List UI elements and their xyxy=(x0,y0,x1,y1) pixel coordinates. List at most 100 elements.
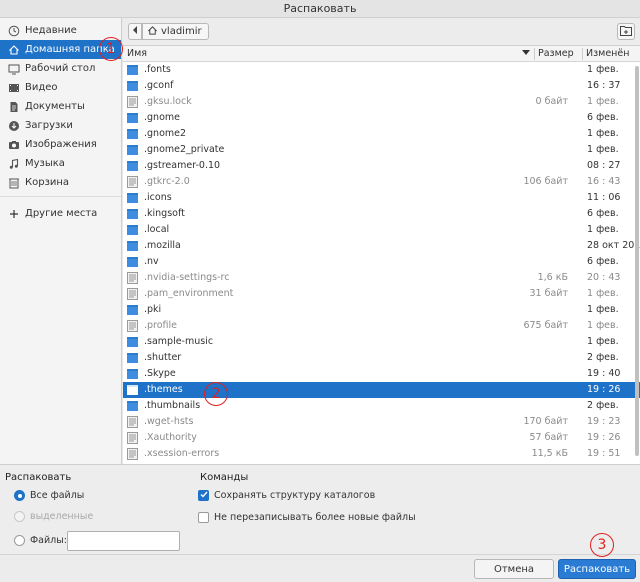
file-row[interactable]: .Xauthority 57 байт 19 : 26 xyxy=(123,430,640,446)
sort-down-icon[interactable] xyxy=(522,50,530,56)
file-row[interactable]: .icons 11 : 06 xyxy=(123,190,640,206)
file-name: .gtkrc-2.0 xyxy=(144,176,190,187)
file-name: .kingsoft xyxy=(144,208,185,219)
file-row[interactable]: .gnome2 1 фев. xyxy=(123,126,640,142)
sidebar-item-trash[interactable]: Корзина xyxy=(0,173,121,192)
file-size: 675 байт xyxy=(523,320,568,331)
file-row[interactable]: .sample-music 1 фев. xyxy=(123,334,640,350)
checkbox-indicator[interactable] xyxy=(198,512,209,523)
file-icon xyxy=(127,176,138,188)
radio-indicator[interactable] xyxy=(14,535,25,546)
file-row[interactable]: .local 1 фев. xyxy=(123,222,640,238)
file-icon xyxy=(127,288,138,300)
selected-files-label: выделенные xyxy=(30,511,94,522)
file-row[interactable]: .xsession-errors 11,5 кБ 19 : 51 xyxy=(123,446,640,462)
folder-icon xyxy=(127,80,138,92)
file-row[interactable]: .wget-hsts 170 байт 19 : 23 xyxy=(123,414,640,430)
file-row[interactable]: .gnome2_private 1 фев. xyxy=(123,142,640,158)
file-row[interactable]: .gksu.lock 0 байт 1 фев. xyxy=(123,94,640,110)
sidebar-item-pictures[interactable]: Изображения xyxy=(0,135,121,154)
file-row[interactable]: .kingsoft 6 фев. xyxy=(123,206,640,222)
file-row[interactable]: .themes 19 : 26 xyxy=(123,382,640,398)
desktop-icon xyxy=(8,63,20,75)
sidebar-item-label: Рабочий стол xyxy=(25,63,96,74)
file-name: .nv xyxy=(144,256,159,267)
file-row[interactable]: .fonts 1 фев. xyxy=(123,62,640,78)
file-size: 0 байт xyxy=(535,96,568,107)
file-name: .gnome2_private xyxy=(144,144,225,155)
files-pattern-radio[interactable]: Файлы: xyxy=(14,535,67,546)
sidebar-item-desktop[interactable]: Рабочий стол xyxy=(0,59,121,78)
sidebar-item-recent[interactable]: Недавние xyxy=(0,21,121,40)
column-name[interactable]: Имя xyxy=(127,46,147,62)
file-name: .gconf xyxy=(144,80,174,91)
radio-indicator[interactable] xyxy=(14,490,25,501)
file-size: 31 байт xyxy=(529,288,569,299)
column-modified[interactable]: Изменён xyxy=(586,46,629,62)
extract-button[interactable]: Распаковать xyxy=(558,559,636,579)
file-row[interactable]: .nvidia-settings-rc 1,6 кБ 20 : 43 xyxy=(123,270,640,286)
file-modified: 1 фев. xyxy=(587,96,619,107)
file-name: .gksu.lock xyxy=(144,96,192,107)
file-row[interactable]: .profile 675 байт 1 фев. xyxy=(123,318,640,334)
sidebar-item-downloads[interactable]: Загрузки xyxy=(0,116,121,135)
file-modified: 1 фев. xyxy=(587,224,619,235)
sidebar-item-music[interactable]: Музыка xyxy=(0,154,121,173)
file-modified: 19 : 51 xyxy=(587,448,621,459)
no-overwrite-checkbox[interactable]: Не перезаписывать более новые файлы xyxy=(198,512,416,523)
file-modified: 1 фев. xyxy=(587,128,619,139)
file-row[interactable]: .gnome 6 фев. xyxy=(123,110,640,126)
trash-icon xyxy=(8,177,20,189)
music-icon xyxy=(8,158,20,170)
checkbox-indicator[interactable] xyxy=(198,490,209,501)
file-name: .shutter xyxy=(144,352,182,363)
video-icon xyxy=(8,82,20,94)
file-modified: 1 фев. xyxy=(587,64,619,75)
file-row[interactable]: .pam_environment 31 байт 1 фев. xyxy=(123,286,640,302)
all-files-radio[interactable]: Все файлы xyxy=(14,490,84,501)
file-row[interactable]: .mozilla28 окт 2015 xyxy=(123,238,640,254)
column-separator[interactable] xyxy=(534,48,535,60)
path-back-button[interactable] xyxy=(128,23,142,40)
places-sidebar: Недавние Домашняя папка Рабочий стол Вид… xyxy=(0,18,122,464)
file-modified: 2 фев. xyxy=(587,352,619,363)
folder-icon xyxy=(127,368,138,380)
file-row[interactable]: .nv 6 фев. xyxy=(123,254,640,270)
cancel-button[interactable]: Отмена xyxy=(474,559,554,579)
file-icon xyxy=(127,272,138,284)
scrollbar[interactable] xyxy=(632,62,640,464)
all-files-label: Все файлы xyxy=(30,490,85,501)
file-modified: 1 фев. xyxy=(587,144,619,155)
keep-structure-label: Сохранять структуру каталогов xyxy=(214,490,376,501)
column-size[interactable]: Размер xyxy=(538,46,574,62)
folder-icon xyxy=(127,208,138,220)
sidebar-item-documents[interactable]: Документы xyxy=(0,97,121,116)
path-crumb-home[interactable]: vladimir xyxy=(142,23,209,40)
extract-options: Распаковать Все файлы выделенные Файлы: … xyxy=(0,464,640,554)
file-modified: 16 : 43 xyxy=(587,176,621,187)
column-separator[interactable] xyxy=(582,48,583,60)
camera-icon xyxy=(8,139,20,151)
file-icon xyxy=(127,320,138,332)
file-icon xyxy=(127,416,138,428)
file-row[interactable]: .gtkrc-2.0 106 байт 16 : 43 xyxy=(123,174,640,190)
commands-section-title: Команды xyxy=(200,472,249,483)
file-modified: 19 : 26 xyxy=(587,384,621,395)
keep-structure-checkbox[interactable]: Сохранять структуру каталогов xyxy=(198,490,375,501)
file-row[interactable]: .pki 1 фев. xyxy=(123,302,640,318)
documents-icon xyxy=(8,101,20,113)
file-row[interactable]: .gconf 16 : 37 xyxy=(123,78,640,94)
scrollbar-thumb[interactable] xyxy=(635,66,639,456)
file-row[interactable]: .shutter 2 фев. xyxy=(123,350,640,366)
sidebar-item-other-locations[interactable]: Другие места xyxy=(0,204,121,223)
home-icon xyxy=(147,25,161,39)
file-name: .icons xyxy=(144,192,172,203)
sidebar-item-video[interactable]: Видео xyxy=(0,78,121,97)
file-row[interactable]: .thumbnails 2 фев. xyxy=(123,398,640,414)
files-pattern-input[interactable] xyxy=(67,531,180,551)
folder-icon xyxy=(127,400,138,412)
file-row[interactable]: .Skype 19 : 40 xyxy=(123,366,640,382)
new-folder-button[interactable] xyxy=(617,23,635,40)
file-row[interactable]: .gstreamer-0.10 08 : 27 xyxy=(123,158,640,174)
file-modified: 1 фев. xyxy=(587,320,619,331)
